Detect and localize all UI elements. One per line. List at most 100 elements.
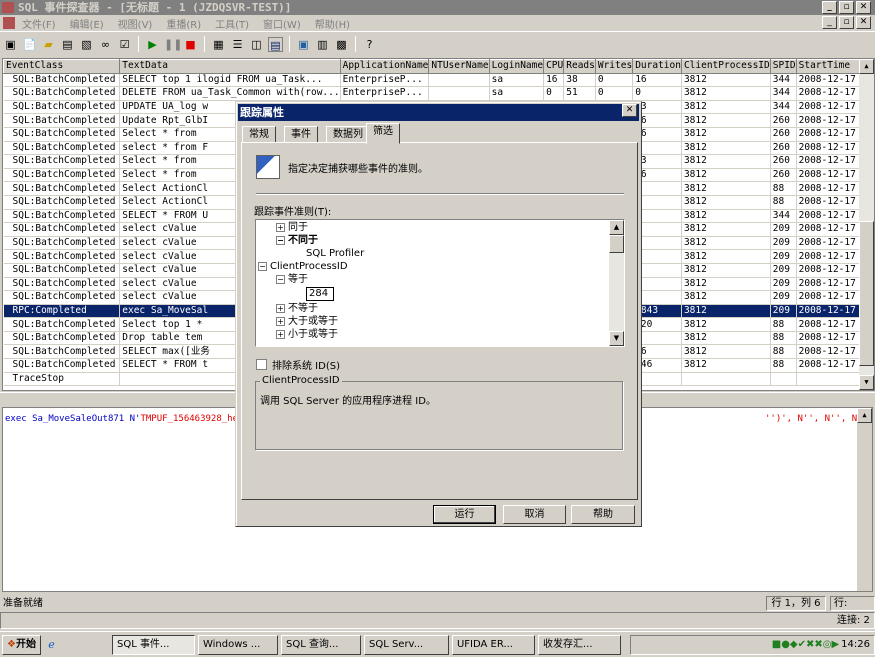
row-indicator: 行: [830,596,875,611]
tree-node-gte[interactable]: + 大于或等于 [276,316,338,328]
table-cell: SQL:BatchCompleted [3,263,121,278]
column-header[interactable]: ApplicationName [339,59,430,74]
tab-data-columns[interactable]: 数据列 [326,126,370,143]
open-icon[interactable]: ▰ [41,37,56,52]
query-analyzer-icon[interactable]: ▣ [296,37,311,52]
table-cell: sa [489,86,545,101]
table-cell: 3812 [681,100,771,115]
column-header[interactable]: SPID [769,59,797,74]
ie-icon[interactable]: ℯ [44,637,59,652]
menu-edit[interactable]: 编辑(E) [70,16,104,31]
run-button[interactable]: 运行 [433,505,496,524]
columns-icon[interactable]: ◫ [249,37,264,52]
group-title: ClientProcessID [260,375,342,386]
table-cell: 51 [563,86,596,101]
table-cell: 0 [595,73,634,88]
tree-node-equals[interactable]: − 等于 [276,274,308,286]
divider [256,193,624,195]
new-trace-icon[interactable]: ▣ [3,37,18,52]
table-row[interactable]: SQL:BatchCompleted DELETE FROM ua_Task_Co… [3,86,874,101]
table-cell: 3812 [681,222,771,237]
child-close-button[interactable]: ✕ [856,16,871,29]
table-cell: 16 [632,73,682,88]
table-cell: SQL:BatchCompleted [3,222,121,237]
dialog-close-button[interactable]: ✕ [622,104,637,117]
auto-scroll-icon[interactable]: ▤ [268,36,283,52]
tree-scrollbar[interactable]: ▲ ▼ [609,220,624,346]
filter-tree[interactable]: + 同于 − 不同于 SQL Profiler − ClientProcessID −… [255,219,625,347]
column-header[interactable]: Writes [594,59,634,74]
cancel-button[interactable]: 取消 [503,505,566,524]
enterprise-manager-icon[interactable]: ▥ [315,37,330,52]
new-template-icon[interactable]: 📄 [22,37,37,52]
column-header[interactable]: ClientProcessID [680,59,771,74]
child-restore-button[interactable]: ▫ [839,16,854,29]
sql-text-tail: '')', N'', N'', N'' [765,414,868,424]
scroll-thumb[interactable] [859,221,874,366]
restore-button[interactable]: ▫ [839,1,854,14]
tree-node-sql-profiler[interactable]: SQL Profiler [306,248,364,260]
task-query-analyzer[interactable]: SQL 查询... [280,634,361,655]
grid-scrollbar[interactable]: ▲ ▼ [859,59,874,390]
table-cell [770,372,797,387]
filter-value-input[interactable]: 284 [306,287,334,301]
minimize-button[interactable]: _ [822,1,837,14]
menu-file[interactable]: 文件(F) [22,16,56,31]
help-icon[interactable]: ? [362,37,377,52]
scroll-down-button[interactable]: ▼ [859,375,874,390]
edit-icon[interactable]: ☑ [117,37,132,52]
task-sql-server[interactable]: SQL Serv... [363,634,449,655]
column-header[interactable]: NTUserName [428,59,490,74]
menu-tools[interactable]: 工具(T) [215,16,249,31]
column-header[interactable]: EventClass [3,59,121,74]
task-windows[interactable]: Windows ... [197,634,278,655]
split-icon[interactable]: ☰ [230,37,245,52]
tray-icons[interactable]: ■●◆✔✖✖◎▶ [772,639,839,650]
column-header[interactable]: LoginName [488,59,545,74]
table-cell: 209 [770,236,797,251]
menu-help[interactable]: 帮助(H) [315,16,350,31]
tree-node-not-equal[interactable]: + 不等于 [276,303,318,315]
table-cell: 3812 [681,195,771,210]
menu-view[interactable]: 视图(V) [118,16,153,31]
start-button[interactable]: ❖开始 [2,634,41,655]
checkbox-box[interactable] [256,359,267,370]
properties-icon[interactable]: ▧ [79,37,94,52]
menu-window[interactable]: 窗口(W) [263,16,301,31]
tree-node-lte[interactable]: + 小于或等于 [276,329,338,341]
tab-events[interactable]: 事件 [284,126,318,143]
table-cell: 344 [770,73,797,88]
tree-node-clientprocessid[interactable]: − ClientProcessID [258,261,348,273]
stop-icon[interactable]: ■ [183,37,198,52]
table-row[interactable]: SQL:BatchCompleted SELECT top 1 ilogid FR… [3,73,874,88]
grouping-icon[interactable]: ▦ [211,37,226,52]
menu-replay[interactable]: 重播(R) [166,16,201,31]
column-header[interactable]: CPU [543,59,565,74]
pause-icon[interactable]: ❚❚ [164,37,182,52]
task-ufida[interactable]: UFIDA ER... [451,634,535,655]
tree-node-not-same[interactable]: − 不同于 [276,235,318,247]
scroll-up-button[interactable]: ▲ [859,59,874,74]
app-icon [2,2,14,13]
open-table-icon[interactable]: ▤ [60,37,75,52]
column-header[interactable]: Reads [563,59,596,74]
tree-node-same[interactable]: + 同于 [276,222,308,234]
window-title-bar: SQL 事件探查器 - [无标题 - 1 (JZDQSVR-TEST)] _ ▫ ✕ [0,0,875,15]
tab-filters[interactable]: 筛选 [366,123,400,144]
task-sql-profiler[interactable]: SQL 事件... [111,634,195,655]
help-button[interactable]: 帮助 [571,505,635,524]
tab-general[interactable]: 常规 [242,126,276,143]
replay-icon[interactable]: ▩ [334,37,349,52]
task-inventory-summary[interactable]: 收发存汇... [537,634,621,655]
exclude-system-checkbox[interactable]: 排除系统 ID(S) [256,357,340,372]
column-header[interactable]: Duration [632,59,682,74]
table-cell: 3812 [681,168,771,183]
table-cell: 209 [770,222,797,237]
find-icon[interactable]: ∞ [98,37,113,52]
column-header[interactable]: TextData [119,59,341,74]
start-icon[interactable]: ▶ [145,37,160,52]
child-minimize-button[interactable]: _ [822,16,837,29]
close-button[interactable]: ✕ [856,1,871,14]
pane-scroll-up[interactable]: ▲ [857,408,872,423]
table-cell: 209 [770,249,797,264]
